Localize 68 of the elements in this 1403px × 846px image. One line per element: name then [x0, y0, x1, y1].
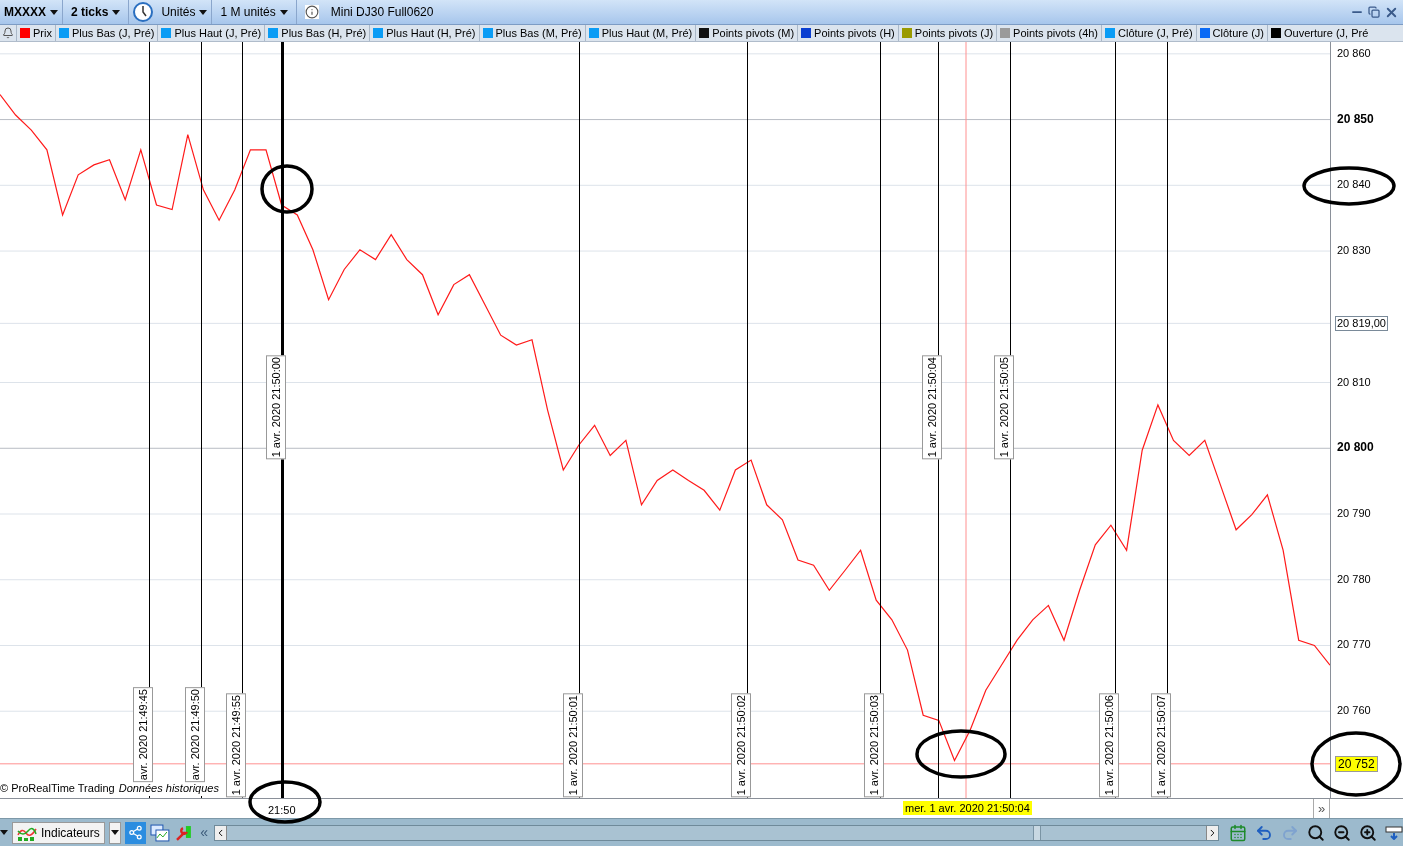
legend-item[interactable]: Plus Bas (H, Pré) — [264, 25, 370, 41]
timestamp-label: 1 avr. 2020 21:50:07 — [1151, 692, 1171, 797]
annotation-circle — [260, 164, 314, 214]
scroll-left-button[interactable]: « — [198, 822, 210, 843]
price-marker-label: 20 819,00 — [1335, 316, 1388, 332]
legend-item[interactable]: Points pivots (M) — [695, 25, 798, 41]
price-tick-label: 20 760 — [1337, 704, 1371, 718]
time-tick-label: 21:50 — [268, 803, 296, 818]
legend-item[interactable]: Prix — [16, 25, 55, 41]
timestamp-label: 1 avr. 2020 21:50:01 — [563, 692, 583, 797]
price-tick-label: 20 770 — [1337, 638, 1371, 652]
timestamp-label: 1 avr. 2020 21:49:55 — [226, 692, 246, 797]
zoom-fit-icon[interactable] — [1307, 823, 1325, 842]
price-tick-label: 20 810 — [1337, 375, 1371, 389]
price-tick-label: 20 790 — [1337, 507, 1371, 520]
price-tick-label: 20 780 — [1337, 572, 1371, 586]
price-tick-label: 20 850 — [1337, 112, 1374, 126]
caret-icon — [112, 9, 121, 15]
legend-item[interactable]: Points pivots (H) — [797, 25, 898, 41]
instrument-dropdown[interactable]: MXXXX — [0, 0, 63, 24]
indicators-dropdown[interactable] — [108, 821, 121, 844]
caret-icon — [279, 9, 288, 15]
legend-item[interactable]: Points pivots (4h) — [996, 25, 1102, 41]
timestamp-label: 1 avr. 2020 21:50:06 — [1099, 692, 1119, 797]
zoom-in-icon[interactable] — [1359, 823, 1377, 842]
legend-item[interactable]: Clôture (J, Pré) — [1101, 25, 1196, 41]
legend-item[interactable]: Plus Haut (H, Pré) — [369, 25, 479, 41]
timestamp-label: 1 avr. 2020 21:50:05 — [994, 355, 1014, 460]
scrollbar[interactable] — [214, 824, 1219, 841]
caret-icon — [199, 9, 208, 15]
undo-icon[interactable] — [1255, 823, 1273, 842]
info-icon[interactable] — [304, 5, 319, 19]
legend-item[interactable]: Plus Haut (J, Pré) — [157, 25, 265, 41]
timestamp-label: avr. 2020 21:49:45 — [133, 686, 153, 782]
caret-icon — [50, 9, 58, 15]
legend-item[interactable]: Plus Bas (J, Pré) — [54, 25, 158, 41]
cursor-time-label: mer. 1 avr. 2020 21:50:04 — [903, 801, 1032, 815]
clock-icon — [133, 2, 154, 22]
alert-bell-icon[interactable] — [2, 27, 14, 39]
scroll-thumb[interactable] — [1033, 825, 1041, 840]
last-price-label: 20 752 — [1335, 755, 1378, 772]
caret-icon — [110, 830, 119, 835]
copyright-text: © ProRealTime Trading — [0, 780, 115, 796]
legend-item[interactable]: Plus Bas (M, Pré) — [478, 25, 585, 41]
unit-type-dropdown[interactable]: Unités — [129, 0, 213, 24]
timestamp-label: 1 avr. 2020 21:50:00 — [266, 355, 286, 460]
restore-icon[interactable] — [1368, 6, 1380, 18]
timestamp-label: 1 avr. 2020 21:50:02 — [731, 692, 751, 797]
instrument-title: Mini DJ30 Full0620 — [330, 4, 434, 21]
legend-item[interactable]: Ouverture (J, Pré — [1266, 25, 1372, 41]
timestamp-label: avr. 2020 21:49:50 — [185, 686, 205, 782]
legend-item[interactable]: Points pivots (J) — [897, 25, 997, 41]
indicators-button[interactable]: Indicateurs — [12, 821, 105, 844]
legend-item[interactable]: Plus Haut (M, Pré) — [584, 25, 696, 41]
price-tick-label: 20 860 — [1337, 46, 1371, 60]
units-dropdown[interactable]: 1 M unités — [212, 0, 297, 24]
timestamp-label: 1 avr. 2020 21:50:04 — [922, 355, 942, 460]
data-source-text: Données historiques — [118, 780, 219, 796]
price-tick-label: 20 840 — [1337, 178, 1371, 192]
more-options-icon[interactable] — [1385, 825, 1403, 840]
price-tick-label: 20 800 — [1337, 441, 1374, 455]
zoom-out-icon[interactable] — [1333, 823, 1351, 842]
caret-icon — [0, 830, 8, 835]
legend-item[interactable]: Clôture (J) — [1195, 25, 1267, 41]
chart-windows-icon[interactable] — [150, 823, 171, 842]
timestamp-label: 1 avr. 2020 21:50:03 — [864, 692, 884, 797]
interval-dropdown[interactable]: 2 ticks — [63, 0, 130, 24]
price-tick-label: 20 830 — [1337, 244, 1371, 258]
